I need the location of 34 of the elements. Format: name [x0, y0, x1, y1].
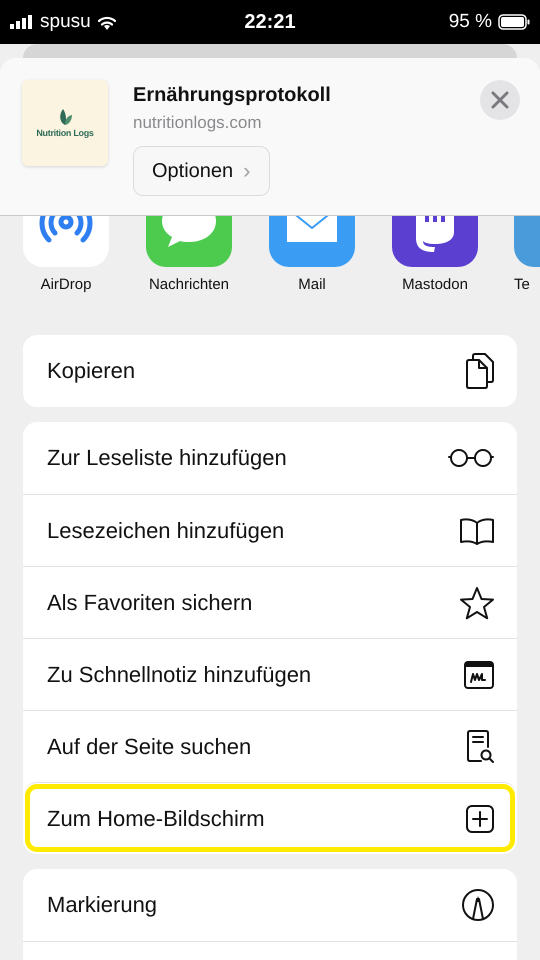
battery-icon — [498, 14, 530, 30]
battery-percentage: 95 % — [448, 11, 492, 33]
carrier-name: spusu — [40, 11, 91, 33]
action-row[interactable]: Lesezeichen hinzufügen — [23, 494, 517, 566]
action-row[interactable]: Auf der Seite suchen — [23, 710, 517, 782]
page-domain: nutritionlogs.com — [133, 113, 262, 133]
action-row[interactable]: Kopieren — [23, 335, 517, 407]
app-label: Mastodon — [402, 276, 468, 293]
document-search-icon — [465, 728, 495, 764]
action-row[interactable]: Als Favoriten sichern — [23, 566, 517, 638]
app-label: Mail — [298, 276, 326, 293]
close-icon — [491, 91, 509, 109]
action-row[interactable]: Zum Home-Bildschirm — [23, 782, 517, 854]
glasses-icon — [447, 448, 495, 468]
pen-circle-icon — [461, 888, 495, 922]
leaf-icon — [57, 108, 73, 126]
note-icon — [463, 660, 495, 690]
app-label: Nachrichten — [148, 276, 230, 293]
page-title: Ernährungsprotokoll — [133, 84, 331, 107]
star-icon — [459, 586, 495, 620]
app-label: AirDrop — [40, 276, 92, 293]
signal-icon — [10, 15, 34, 29]
action-row[interactable]: Zu Schnellnotiz hinzufügen — [23, 638, 517, 710]
close-button[interactable] — [480, 80, 520, 120]
options-button[interactable]: Optionen › — [133, 146, 270, 196]
add-square-icon — [465, 804, 495, 834]
book-icon — [459, 516, 495, 544]
clock-time: 22:21 — [244, 10, 296, 34]
wifi-icon — [96, 14, 117, 30]
copy-icon — [463, 352, 495, 390]
action-row[interactable]: Zur Leseliste hinzufügen — [23, 422, 517, 494]
action-row[interactable]: Markierung — [23, 869, 517, 941]
app-label: Te — [514, 276, 530, 293]
logo-text: Nutrition Logs — [36, 128, 94, 138]
